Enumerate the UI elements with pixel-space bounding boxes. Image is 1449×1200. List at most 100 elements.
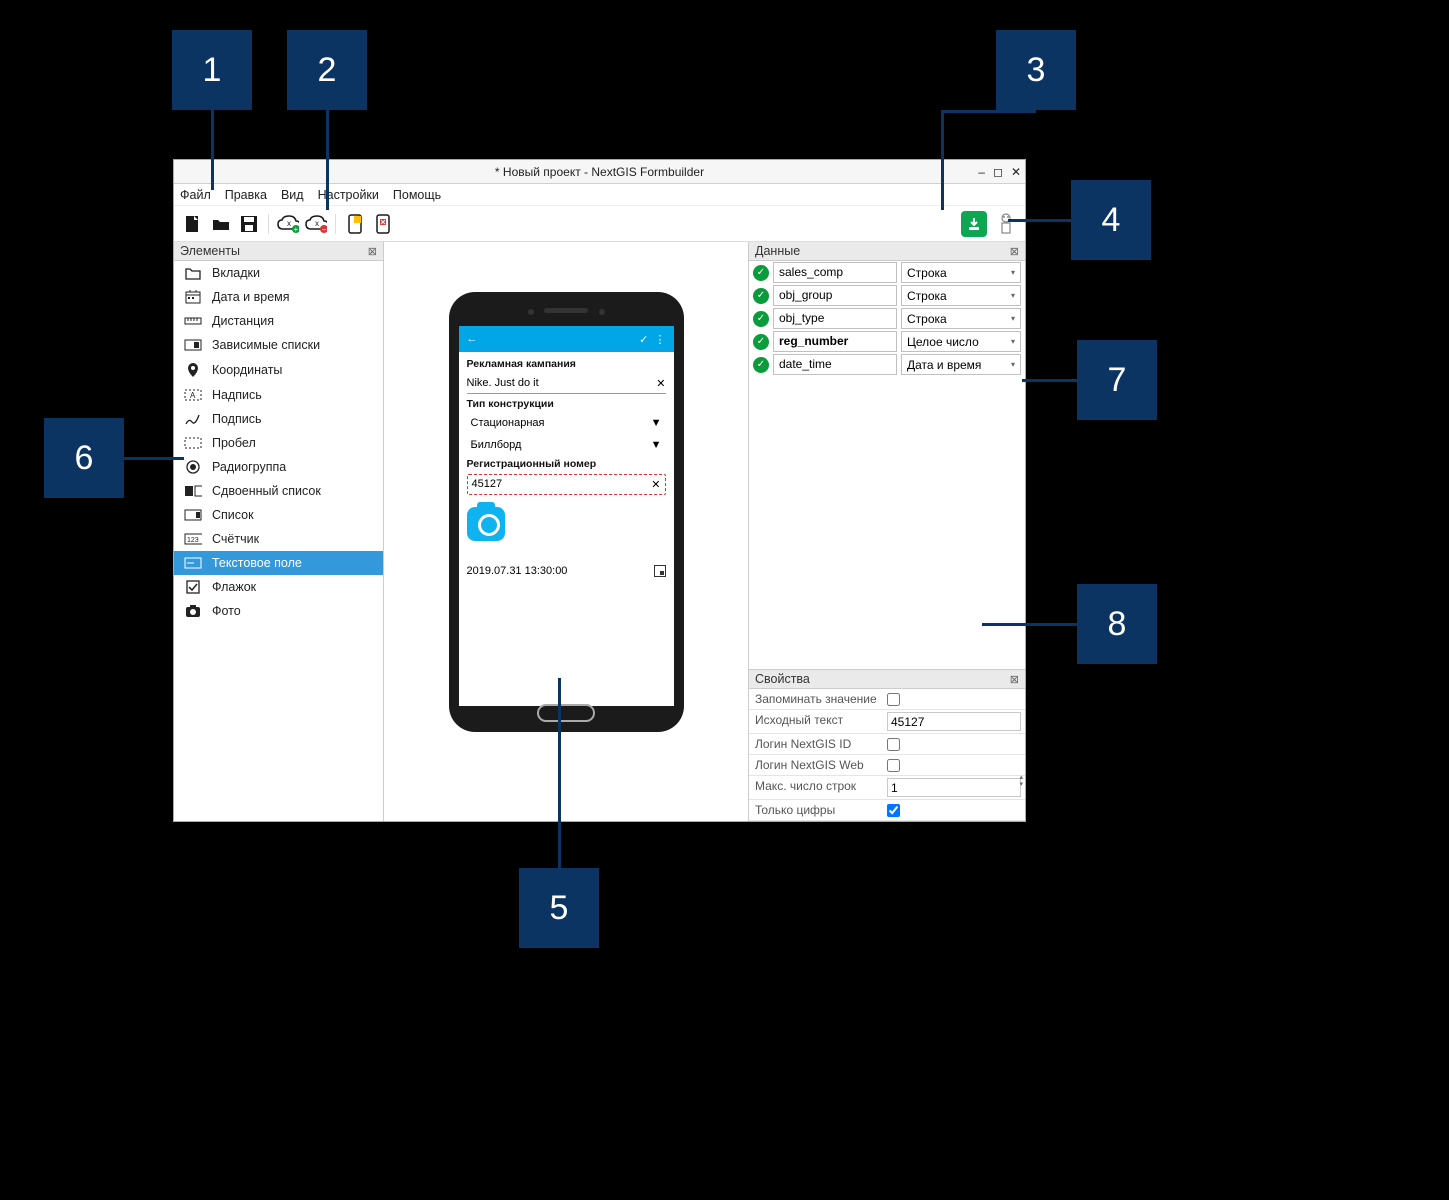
- element-label: Радиогруппа: [212, 460, 286, 474]
- element-item-text[interactable]: Текстовое поле: [174, 551, 383, 575]
- element-item-deplist[interactable]: Зависимые списки: [174, 333, 383, 357]
- data-field-name[interactable]: obj_group: [773, 285, 897, 306]
- menu-edit[interactable]: Правка: [225, 188, 267, 202]
- callout-3: 3: [996, 30, 1076, 110]
- properties-panel-close-icon[interactable]: ⊠: [1010, 673, 1019, 686]
- element-item-photo[interactable]: Фото: [174, 599, 383, 623]
- form-input-campaign[interactable]: Nike. Just do it✕: [467, 374, 666, 394]
- prop-inittext-label: Исходный текст: [749, 710, 883, 733]
- element-label: Вкладки: [212, 266, 260, 280]
- element-item-pin[interactable]: Координаты: [174, 357, 383, 383]
- prop-loginweb-label: Логин NextGIS Web: [749, 755, 883, 775]
- data-row[interactable]: ✓date_timeДата и время▾: [749, 353, 1025, 376]
- new-file-icon[interactable]: [182, 213, 204, 235]
- data-field-name[interactable]: obj_type: [773, 308, 897, 329]
- data-panel: Данные⊠ ✓sales_compСтрока▾✓obj_groupСтро…: [749, 242, 1025, 670]
- app-window: * Новый проект - NextGIS Formbuilder – ◻…: [173, 159, 1026, 822]
- dropdown-icon: ▼: [651, 439, 662, 451]
- data-row[interactable]: ✓sales_compСтрока▾: [749, 261, 1025, 284]
- open-folder-icon[interactable]: [210, 213, 232, 235]
- photo-icon: [184, 604, 202, 618]
- element-item-list[interactable]: Список: [174, 503, 383, 527]
- back-icon[interactable]: ←: [467, 333, 478, 345]
- clear-icon[interactable]: ✕: [651, 478, 660, 491]
- element-label: Флажок: [212, 580, 256, 594]
- titlebar: * Новый проект - NextGIS Formbuilder – ◻…: [174, 160, 1025, 184]
- more-icon[interactable]: ⋮: [655, 334, 666, 346]
- prop-loginweb-checkbox[interactable]: [887, 759, 900, 772]
- data-panel-close-icon[interactable]: ⊠: [1010, 245, 1019, 258]
- folder-icon: [184, 266, 202, 280]
- close-button[interactable]: ✕: [1011, 165, 1021, 179]
- check-circle-icon: ✓: [753, 334, 769, 350]
- svg-text:123: 123: [187, 537, 199, 544]
- minimize-button[interactable]: –: [978, 165, 985, 179]
- mobile-delete-icon[interactable]: [372, 213, 394, 235]
- element-item-duallist[interactable]: Сдвоенный список: [174, 479, 383, 503]
- calendar-icon: [184, 290, 202, 304]
- element-item-folder[interactable]: Вкладки: [174, 261, 383, 285]
- prop-inittext-input[interactable]: [887, 712, 1021, 731]
- element-item-check[interactable]: Флажок: [174, 575, 383, 599]
- element-item-sign[interactable]: Подпись: [174, 407, 383, 431]
- prop-loginid-checkbox[interactable]: [887, 738, 900, 751]
- element-item-radio[interactable]: Радиогруппа: [174, 455, 383, 479]
- element-label: Счётчик: [212, 532, 259, 546]
- cloud-remove-icon[interactable]: x–: [305, 213, 327, 235]
- element-item-calendar[interactable]: Дата и время: [174, 285, 383, 309]
- menu-help[interactable]: Помощь: [393, 188, 441, 202]
- form-canvas[interactable]: ← ✓ ⋮ Рекламная кампания Nike. Just do i…: [384, 242, 749, 821]
- maximize-button[interactable]: ◻: [993, 165, 1003, 179]
- element-item-counter[interactable]: 123 Счётчик: [174, 527, 383, 551]
- element-label: Текстовое поле: [212, 556, 302, 570]
- mobile-edit-icon[interactable]: [344, 213, 366, 235]
- form-label-regnum: Регистрационный номер: [467, 458, 666, 470]
- menu-view[interactable]: Вид: [281, 188, 304, 202]
- data-field-type[interactable]: Дата и время▾: [901, 354, 1021, 375]
- menu-file[interactable]: Файл: [180, 188, 211, 202]
- data-field-name[interactable]: date_time: [773, 354, 897, 375]
- cloud-add-icon[interactable]: x+: [277, 213, 299, 235]
- svg-text:x: x: [287, 219, 291, 228]
- data-row[interactable]: ✓obj_groupСтрока▾: [749, 284, 1025, 307]
- camera-icon[interactable]: [467, 507, 505, 541]
- dropdown-icon: ▼: [651, 417, 662, 429]
- element-item-ruler[interactable]: Дистанция: [174, 309, 383, 333]
- calendar-icon: [654, 565, 666, 577]
- check-icon[interactable]: ✓: [639, 334, 648, 346]
- deplist-icon: [184, 339, 202, 351]
- prop-loginid-label: Логин NextGIS ID: [749, 734, 883, 754]
- form-select-board[interactable]: Биллборд▼: [467, 436, 666, 454]
- elements-panel-close-icon[interactable]: ⊠: [368, 245, 377, 258]
- clear-icon[interactable]: ✕: [656, 377, 665, 390]
- prop-remember-checkbox[interactable]: [887, 693, 900, 706]
- data-row[interactable]: ✓obj_typeСтрока▾: [749, 307, 1025, 330]
- download-button[interactable]: [961, 211, 987, 237]
- dropdown-icon: ▾: [1011, 291, 1015, 300]
- save-icon[interactable]: [238, 213, 260, 235]
- robot-icon[interactable]: [995, 213, 1017, 235]
- form-label-campaign: Рекламная кампания: [467, 358, 666, 370]
- element-label: Пробел: [212, 436, 256, 450]
- data-field-type[interactable]: Целое число▾: [901, 331, 1021, 352]
- form-select-structure[interactable]: Стационарная▼: [467, 414, 666, 432]
- data-field-type[interactable]: Строка▾: [901, 285, 1021, 306]
- duallist-icon: [184, 485, 202, 497]
- prop-maxlines-input[interactable]: [887, 778, 1021, 797]
- svg-text:A: A: [190, 391, 196, 400]
- data-field-type[interactable]: Строка▾: [901, 262, 1021, 283]
- prop-digits-checkbox[interactable]: [887, 804, 900, 817]
- element-item-space[interactable]: Пробел: [174, 431, 383, 455]
- data-field-name[interactable]: sales_comp: [773, 262, 897, 283]
- data-field-type[interactable]: Строка▾: [901, 308, 1021, 329]
- space-icon: [184, 437, 202, 449]
- data-row[interactable]: ✓reg_numberЦелое число▾: [749, 330, 1025, 353]
- callout-7: 7: [1077, 340, 1157, 420]
- form-input-regnum[interactable]: 45127✕: [467, 474, 666, 495]
- element-label: Дистанция: [212, 314, 274, 328]
- toolbar: x+ x–: [174, 206, 1025, 242]
- form-datetime[interactable]: 2019.07.31 13:30:00: [467, 561, 666, 581]
- data-field-name[interactable]: reg_number: [773, 331, 897, 352]
- element-item-label[interactable]: AНадпись: [174, 383, 383, 407]
- check-circle-icon: ✓: [753, 311, 769, 327]
